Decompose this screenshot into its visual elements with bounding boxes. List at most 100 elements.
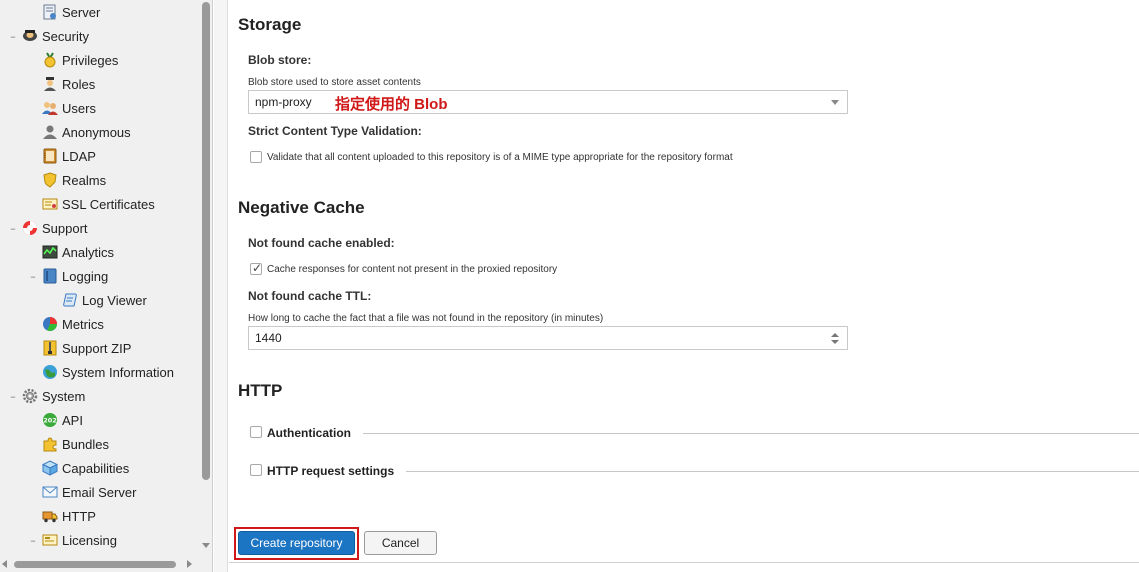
security-badge-icon (22, 28, 38, 44)
sidebar-item-users[interactable]: Users (28, 96, 96, 120)
authentication-checkbox[interactable] (250, 426, 262, 438)
sidebar-item-metrics[interactable]: Metrics (28, 312, 104, 336)
tree-collapse-toggle-icon[interactable]: – (28, 534, 38, 547)
http-request-settings-checkbox[interactable] (250, 464, 262, 476)
sidebar-item-ldap[interactable]: LDAP (28, 144, 96, 168)
sidebar-item-privileges[interactable]: Privileges (28, 48, 118, 72)
sidebar-item-label: System (42, 388, 86, 404)
scroll-down-arrow-icon[interactable] (202, 543, 210, 548)
tree-collapse-toggle-icon[interactable]: – (8, 222, 18, 235)
sidebar-item-label: System Information (62, 364, 174, 380)
strict-validation-checkbox-label: Validate that all content uploaded to th… (267, 152, 733, 163)
sidebar-item-label: Roles (62, 76, 96, 92)
tree-collapse-toggle-icon[interactable]: – (28, 270, 38, 283)
sidebar-item-server[interactable]: Server (28, 0, 100, 24)
sidebar-item-analytics[interactable]: Analytics (28, 240, 114, 264)
sidebar-item-capabilities[interactable]: Capabilities (28, 456, 129, 480)
cache-ttl-value: 1440 (255, 331, 282, 345)
blob-store-help: Blob store used to store asset contents (248, 77, 421, 88)
sidebar-item-label: HTTP (62, 508, 96, 524)
zip-icon (42, 340, 58, 356)
sidebar-item-label: API (62, 412, 83, 428)
fieldset-divider (363, 433, 1139, 434)
footer-divider (229, 562, 1139, 563)
cache-ttl-help: How long to cache the fact that a file w… (248, 313, 604, 324)
cache-enabled-checkbox[interactable] (250, 261, 262, 275)
tree-collapse-toggle-icon[interactable]: – (8, 30, 18, 43)
create-repository-button[interactable]: Create repository (238, 531, 355, 555)
scroll-icon (62, 292, 78, 308)
strict-validation-label: Strict Content Type Validation: (248, 124, 422, 138)
user-role-icon (42, 76, 58, 92)
sidebar-item-security[interactable]: – Security (8, 24, 89, 48)
envelope-icon (42, 484, 58, 500)
panel-splitter[interactable] (214, 0, 228, 572)
sidebar-item-ssl-certificates[interactable]: SSL Certificates (28, 192, 155, 216)
negative-cache-section-title: Negative Cache (238, 198, 365, 217)
spinner-down-icon[interactable] (831, 340, 839, 344)
sidebar-vertical-scrollbar[interactable] (199, 0, 212, 556)
sidebar-item-licensing[interactable]: – Licensing (28, 528, 117, 552)
blob-annotation: 指定使用的 Blob (335, 96, 448, 113)
cache-ttl-label: Not found cache TTL: (248, 289, 372, 303)
anonymous-user-icon (42, 124, 58, 140)
sidebar-item-bundles[interactable]: Bundles (28, 432, 109, 456)
sidebar-item-support-zip[interactable]: Support ZIP (28, 336, 131, 360)
sidebar-item-email-server[interactable]: Email Server (28, 480, 136, 504)
scroll-right-arrow-icon[interactable] (187, 560, 192, 568)
http-request-settings-fieldset-title[interactable]: HTTP request settings (267, 464, 394, 478)
cache-ttl-input[interactable]: 1440 (248, 326, 848, 350)
scroll-left-arrow-icon[interactable] (2, 560, 7, 568)
sidebar-item-label: Capabilities (62, 460, 130, 476)
sidebar-item-system-information[interactable]: System Information (28, 360, 174, 384)
chevron-down-icon[interactable] (831, 100, 839, 105)
sidebar-vertical-scroll-thumb[interactable] (202, 2, 210, 480)
sidebar-item-label: Users (62, 100, 96, 116)
globe-icon (42, 364, 58, 380)
sidebar-item-label: Server (62, 4, 101, 20)
svg-text:202: 202 (43, 417, 57, 425)
sidebar-item-label: Anonymous (62, 124, 131, 140)
authentication-fieldset-title[interactable]: Authentication (267, 426, 351, 440)
users-icon (42, 100, 58, 116)
blob-store-value: npm-proxy (255, 95, 312, 109)
sidebar-item-system[interactable]: – System (8, 384, 85, 408)
sidebar-item-realms[interactable]: Realms (28, 168, 106, 192)
gear-icon (22, 388, 38, 404)
sidebar-item-support[interactable]: – Support (8, 216, 88, 240)
sidebar-item-label: SSL Certificates (62, 196, 155, 212)
sidebar-item-api[interactable]: 202 API (28, 408, 83, 432)
cube-icon (42, 460, 58, 476)
api-icon: 202 (42, 412, 58, 428)
sidebar-item-label: Logging (62, 268, 109, 284)
truck-icon (42, 508, 58, 524)
pie-chart-icon (42, 316, 58, 332)
sidebar-item-roles[interactable]: Roles (28, 72, 95, 96)
sidebar-horizontal-scrollbar[interactable] (0, 556, 199, 572)
storage-section-title: Storage (238, 15, 302, 34)
medal-icon (42, 52, 58, 68)
repository-form: Storage Blob store: Blob store used to s… (229, 0, 1139, 572)
puzzle-icon (42, 436, 58, 452)
analytics-chart-icon (42, 244, 58, 260)
sidebar-item-label: LDAP (62, 148, 96, 164)
sidebar-item-label: Support ZIP (62, 340, 132, 356)
sidebar-item-label: Security (42, 28, 89, 44)
sidebar-item-log-viewer[interactable]: Log Viewer (48, 288, 147, 312)
navigation-sidebar: Server – Security Privileges Roles Users Anony… (0, 0, 213, 572)
sidebar-item-http[interactable]: HTTP (28, 504, 96, 528)
spinner-up-icon[interactable] (831, 333, 839, 337)
sidebar-item-label: Support (42, 220, 88, 236)
server-config-icon (42, 4, 58, 20)
sidebar-item-label: Log Viewer (82, 292, 147, 308)
sidebar-item-logging[interactable]: – Logging (28, 264, 108, 288)
strict-validation-checkbox[interactable] (250, 151, 262, 163)
shield-icon (42, 172, 58, 188)
cancel-button[interactable]: Cancel (364, 531, 437, 555)
certificate-icon (42, 196, 58, 212)
sidebar-item-label: Licensing (62, 532, 117, 548)
sidebar-item-anonymous[interactable]: Anonymous (28, 120, 131, 144)
sidebar-item-label: Bundles (62, 436, 109, 452)
sidebar-horizontal-scroll-thumb[interactable] (14, 561, 176, 568)
tree-collapse-toggle-icon[interactable]: – (8, 390, 18, 403)
